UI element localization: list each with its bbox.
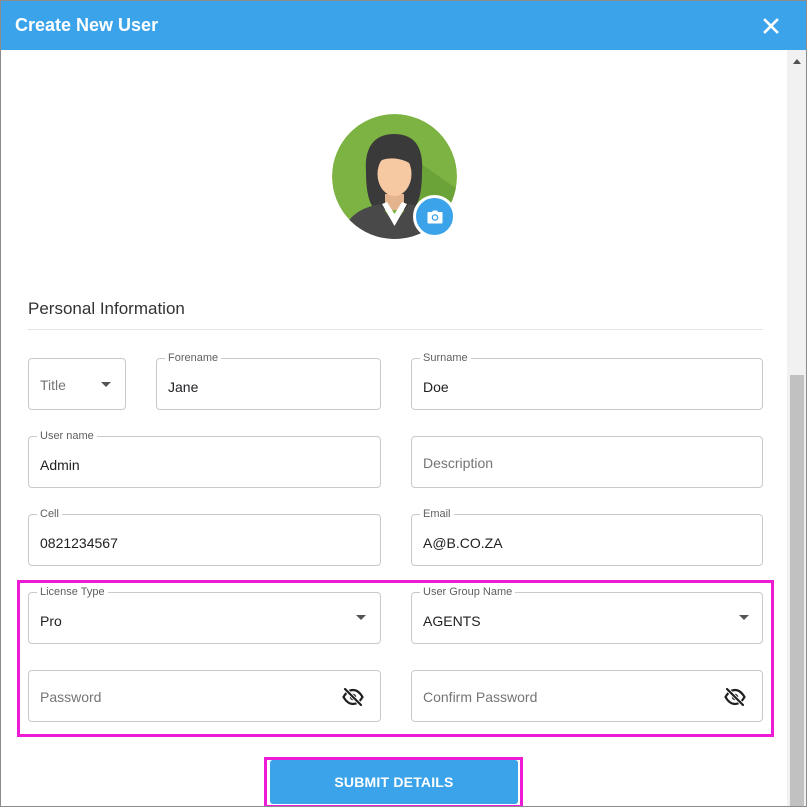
email-value: A@B.CO.ZA [423,535,503,551]
scrollbar[interactable] [787,50,806,806]
username-value: Admin [40,457,80,473]
cell-field[interactable]: Cell 0821234567 [28,508,381,566]
password-field[interactable]: Password [28,670,381,722]
close-icon [763,18,779,34]
user-group-value: AGENTS [423,613,481,629]
cell-label: Cell [37,508,62,520]
surname-label: Surname [420,352,471,364]
change-photo-button[interactable] [413,195,456,238]
user-group-label: User Group Name [420,586,516,598]
eye-off-icon[interactable] [342,687,364,707]
chevron-down-icon [101,382,111,387]
avatar-upload [332,114,458,240]
section-title-personal-information: Personal Information [28,299,185,318]
dialog-title: Create New User [15,15,159,35]
chevron-down-icon [739,615,749,620]
license-type-value: Pro [40,613,62,629]
camera-icon [427,210,442,223]
dialog-header: Create New User [1,1,806,50]
license-type-select[interactable]: License Type Pro [28,586,381,644]
title-placeholder: Title [40,377,66,393]
eye-off-icon[interactable] [724,687,746,707]
cell-value: 0821234567 [40,535,118,551]
forename-label: Forename [165,352,222,364]
title-select[interactable]: Title [28,358,126,410]
description-placeholder: Description [423,455,494,471]
create-user-dialog: Create New User Personal Information Tit… [0,0,807,807]
password-placeholder: Password [40,689,102,705]
scroll-up-arrow-icon [793,59,801,64]
scroll-up-button[interactable] [787,50,806,72]
username-label: User name [37,430,97,442]
description-field[interactable]: Description [411,436,763,488]
license-type-label: License Type [37,586,108,598]
submit-details-button[interactable]: SUBMIT DETAILS [270,760,518,804]
chevron-down-icon [356,615,366,620]
confirm-password-placeholder: Confirm Password [423,689,538,705]
surname-field[interactable]: Surname Doe [411,352,763,410]
email-label: Email [420,508,454,520]
close-button[interactable] [758,13,784,39]
scroll-thumb[interactable] [790,375,804,806]
username-field[interactable]: User name Admin [28,430,381,488]
forename-field[interactable]: Forename Jane [156,352,381,410]
section-divider [28,329,763,330]
confirm-password-field[interactable]: Confirm Password [411,670,763,722]
user-group-select[interactable]: User Group Name AGENTS [411,586,763,644]
forename-value: Jane [168,379,199,395]
email-field[interactable]: Email A@B.CO.ZA [411,508,763,566]
surname-value: Doe [423,379,449,395]
